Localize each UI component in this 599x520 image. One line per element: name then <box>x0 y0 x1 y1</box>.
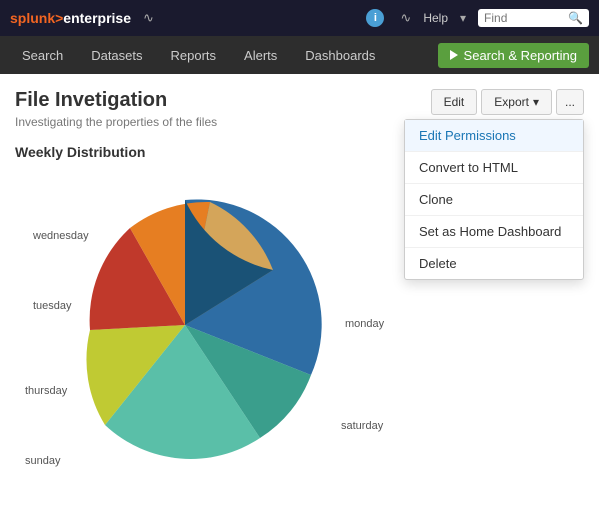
splunk-logo: splunk>enterprise <box>10 10 131 26</box>
nav-item-search[interactable]: Search <box>10 40 75 71</box>
nav-item-dashboards[interactable]: Dashboards <box>293 40 387 71</box>
info-icon[interactable]: i <box>366 9 384 27</box>
label-monday: monday <box>345 318 384 330</box>
activity-icon: ∿ <box>143 10 154 26</box>
search-reporting-label: Search & Reporting <box>464 48 577 63</box>
dropdown-delete[interactable]: Delete <box>405 248 583 279</box>
dropdown-edit-permissions[interactable]: Edit Permissions <box>405 120 583 152</box>
search-reporting-button[interactable]: Search & Reporting <box>438 43 589 68</box>
action-bar: Edit Export ▾ ... <box>431 89 584 115</box>
label-wednesday: wednesday <box>33 230 89 242</box>
nav-item-alerts[interactable]: Alerts <box>232 40 289 71</box>
dropdown-clone[interactable]: Clone <box>405 184 583 216</box>
label-saturday: saturday <box>341 420 383 432</box>
label-thursday: thursday <box>25 385 67 397</box>
pie-chart-svg <box>15 170 355 480</box>
dropdown-menu: Edit Permissions Convert to HTML Clone S… <box>404 119 584 280</box>
find-box[interactable]: 🔍 <box>478 9 589 27</box>
top-bar-icons: ∿ <box>143 10 354 26</box>
top-bar: splunk>enterprise ∿ i ∿ Help ▾ 🔍 <box>0 0 599 36</box>
more-options-button[interactable]: ... <box>556 89 584 115</box>
export-chevron-icon: ▾ <box>533 95 539 109</box>
export-label: Export <box>494 95 529 109</box>
label-tuesday: tuesday <box>33 300 72 312</box>
nav-item-reports[interactable]: Reports <box>159 40 229 71</box>
label-sunday: sunday <box>25 455 60 467</box>
edit-button[interactable]: Edit <box>431 89 478 115</box>
dropdown-convert-html[interactable]: Convert to HTML <box>405 152 583 184</box>
help-button[interactable]: Help <box>423 11 448 25</box>
find-input[interactable] <box>484 11 564 25</box>
dropdown-set-home[interactable]: Set as Home Dashboard <box>405 216 583 248</box>
search-reporting-icon <box>450 50 458 60</box>
main-content: File Invetigation Investigating the prop… <box>0 74 599 490</box>
help-chevron-icon: ▾ <box>460 11 466 25</box>
export-button[interactable]: Export ▾ <box>481 89 552 115</box>
nav-right: Search & Reporting <box>438 43 589 68</box>
nav-bar: Search Datasets Reports Alerts Dashboard… <box>0 36 599 74</box>
nav-item-datasets[interactable]: Datasets <box>79 40 154 71</box>
activity-icon2: ∿ <box>400 10 411 26</box>
find-search-icon: 🔍 <box>568 11 583 25</box>
